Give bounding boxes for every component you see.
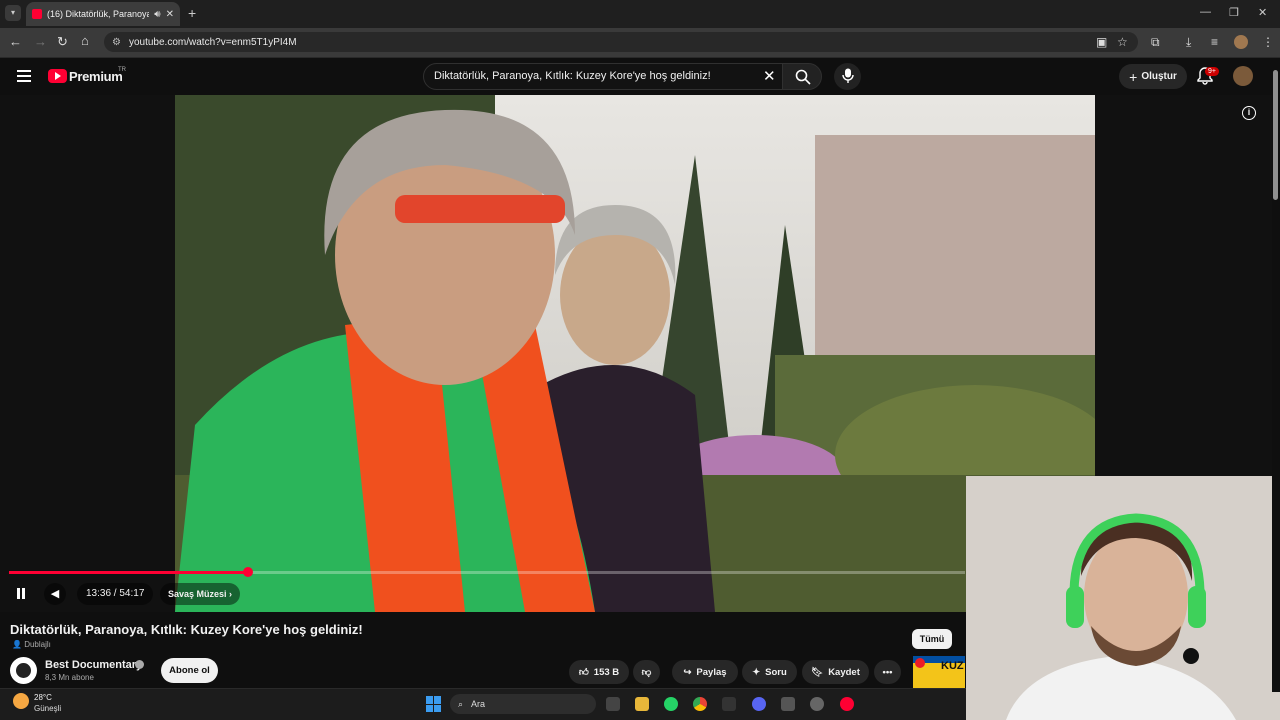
subscribe-button[interactable]: Abone ol	[161, 658, 218, 683]
back-icon[interactable]: ←	[9, 34, 22, 49]
forward-icon[interactable]: →	[34, 34, 47, 49]
search-icon	[795, 69, 811, 85]
task-view-icon[interactable]	[606, 697, 620, 711]
reload-icon[interactable]: ↻	[57, 34, 68, 50]
site-info-icon[interactable]: ⚙	[112, 37, 121, 48]
chapter-label: Savaş Müzesi	[168, 589, 227, 599]
profile-avatar[interactable]	[1234, 35, 1248, 49]
save-label: Kaydet	[828, 666, 860, 678]
plus-icon: +	[1129, 68, 1138, 85]
save-button[interactable]: 🔖︎ Kaydet	[802, 660, 869, 684]
webcam-overlay	[966, 476, 1280, 720]
thumbnail-text: KUZ	[941, 660, 964, 672]
pause-icon[interactable]	[14, 587, 28, 601]
create-button[interactable]: + Oluştur	[1119, 64, 1187, 89]
country-code: TR	[118, 67, 126, 73]
dubbed-badge: 👤 Dublajlı	[12, 640, 51, 649]
share-button[interactable]: ↪ Paylaş	[672, 660, 738, 684]
notification-badge: 9+	[1205, 67, 1219, 76]
file-explorer-icon[interactable]	[635, 697, 649, 711]
youtube-logo-icon[interactable]	[48, 69, 67, 83]
tab-title: (16) Diktatörlük, Paranoya, Kıtlık: Kuze…	[47, 9, 150, 19]
discord-icon[interactable]	[752, 697, 766, 711]
tab-search-icon[interactable]: ▾	[5, 5, 21, 21]
bookmark-star-icon[interactable]: ☆	[1117, 35, 1128, 49]
chrome-icon[interactable]	[693, 697, 707, 711]
video-title: Diktatörlük, Paranoya, Kıtlık: Kuzey Kor…	[10, 622, 363, 637]
flag-icon	[915, 658, 925, 668]
subscriber-count: 8,3 Mn abone	[45, 673, 94, 682]
like-button[interactable]: 👍︎ 153 B	[569, 660, 629, 684]
share-label: Paylaş	[696, 666, 727, 678]
windows-start-icon[interactable]	[426, 696, 442, 712]
browser-menu-icon[interactable]: ⋮	[1262, 35, 1274, 49]
search-button[interactable]	[782, 63, 822, 90]
dislike-button[interactable]: 👎︎	[633, 660, 660, 684]
home-icon[interactable]: ⌂	[81, 33, 89, 48]
time-display: 13:36 / 54:17	[77, 583, 154, 605]
sparkle-icon: ✦	[752, 666, 761, 678]
ask-button[interactable]: ✦ Soru	[742, 660, 797, 684]
streamer-webcam-image	[966, 476, 1280, 720]
tab-close-icon[interactable]: ✕	[166, 9, 174, 20]
scrollbar-thumb[interactable]	[1273, 70, 1278, 200]
youtube-music-icon[interactable]	[840, 697, 854, 711]
info-icon[interactable]: i	[1242, 106, 1256, 120]
obs-icon[interactable]	[810, 697, 824, 711]
minimize-icon[interactable]: —	[1200, 6, 1211, 18]
more-actions-button[interactable]: •••	[874, 660, 901, 684]
video-frame[interactable]	[175, 95, 1095, 612]
youtube-favicon-icon	[32, 9, 42, 19]
taskbar-search-input[interactable]: ⌕ Ara	[450, 694, 596, 714]
maximize-icon[interactable]: ❐	[1229, 6, 1239, 19]
reading-list-icon[interactable]: ≡	[1211, 35, 1218, 49]
microphone-icon	[842, 68, 854, 83]
channel-avatar[interactable]	[10, 657, 37, 684]
whatsapp-icon[interactable]	[664, 697, 678, 711]
channel-name[interactable]: Best Documentary	[45, 659, 142, 671]
more-horizontal-icon: •••	[882, 666, 893, 678]
taskbar-search-placeholder: Ara	[471, 699, 486, 709]
premium-logo-text[interactable]: Premium	[69, 69, 123, 84]
create-label: Oluştur	[1141, 71, 1177, 82]
steam-icon[interactable]	[781, 697, 795, 711]
clear-search-icon[interactable]: ✕	[763, 67, 776, 85]
new-tab-icon[interactable]: +	[188, 5, 196, 21]
close-window-icon[interactable]: ✕	[1258, 6, 1267, 19]
thumbs-up-icon: 👍︎	[578, 667, 589, 678]
downloads-icon[interactable]: ⤓	[1186, 35, 1191, 50]
ask-label: Soru	[765, 666, 787, 678]
url-text: youtube.com/watch?v=enm5T1yPI4M	[128, 36, 297, 48]
tab-audio-icon[interactable]: 🔊︎	[154, 9, 160, 20]
verified-icon	[135, 660, 144, 669]
chapter-button[interactable]: Savaş Müzesi ›	[160, 583, 241, 605]
streaming-app-icon[interactable]	[722, 697, 736, 711]
account-avatar[interactable]	[1233, 66, 1253, 86]
bookmark-icon: 🔖︎	[811, 666, 824, 678]
extensions-icon[interactable]: ⧉	[1151, 35, 1160, 50]
browser-tab[interactable]: (16) Diktatörlük, Paranoya, Kıtlık: Kuze…	[26, 2, 180, 26]
volume-icon[interactable]: ◀	[44, 583, 66, 605]
voice-search-button[interactable]	[834, 63, 861, 90]
share-icon: ↪	[683, 666, 692, 678]
weather-sun-icon[interactable]	[13, 693, 29, 709]
search-input-value[interactable]: Diktatörlük, Paranoya, Kıtlık: Kuzey Kor…	[434, 70, 711, 82]
url-field[interactable]: ⚙ youtube.com/watch?v=enm5T1yPI4M	[104, 32, 1138, 52]
progress-played	[9, 571, 248, 574]
hamburger-menu-icon[interactable]	[17, 70, 31, 82]
install-app-icon[interactable]: ▣	[1096, 35, 1107, 49]
like-count: 153 B	[593, 666, 620, 678]
scrubber-handle[interactable]	[243, 567, 253, 577]
progress-bar[interactable]	[9, 567, 965, 577]
filter-chip-all[interactable]: Tümü	[912, 629, 952, 649]
weather-condition[interactable]: Güneşli	[34, 704, 61, 713]
video-scene-image	[175, 95, 1095, 612]
chevron-right-icon: ›	[229, 589, 233, 599]
thumbs-down-icon: 👎︎	[641, 667, 652, 678]
weather-temperature[interactable]: 28°C	[34, 693, 52, 702]
dubbed-label: Dublajlı	[24, 640, 51, 649]
taskbar-search-icon: ⌕	[458, 698, 464, 709]
